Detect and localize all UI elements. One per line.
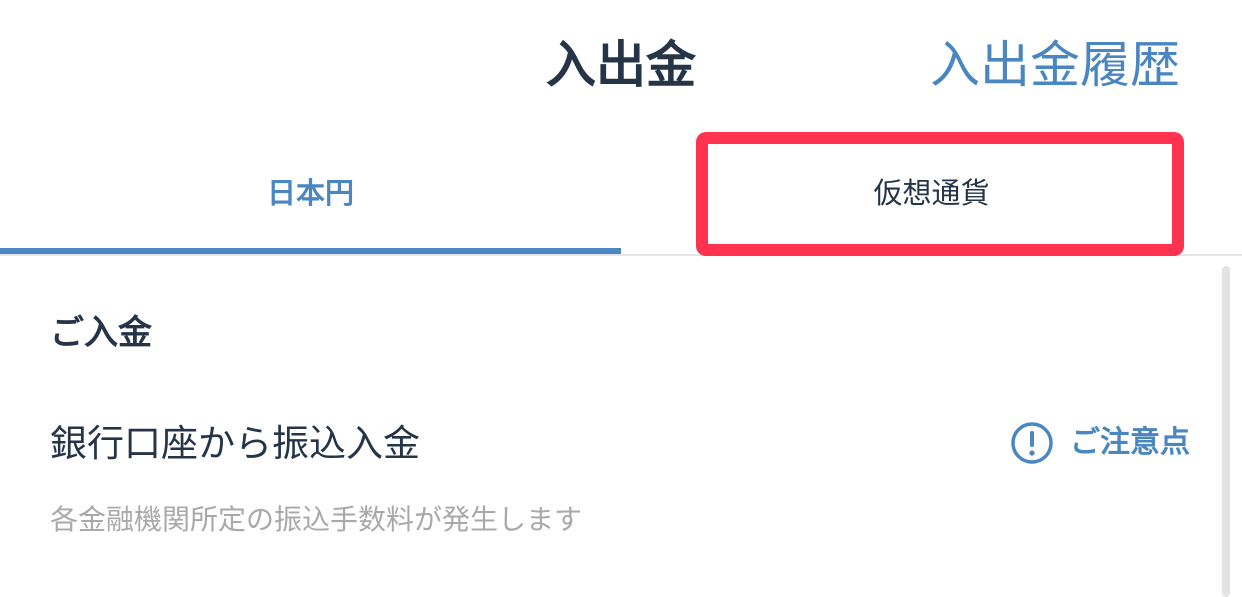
notice-button[interactable]: ご注意点 bbox=[1010, 418, 1190, 468]
tab-bar: 日本円 仮想通貨 bbox=[0, 130, 1242, 256]
tab-crypto-label: 仮想通貨 bbox=[873, 176, 990, 210]
tab-jpy-label: 日本円 bbox=[266, 176, 354, 210]
bank-transfer-row[interactable]: 銀行口座から振込入金 ご注意点 各金融機関所定の振込手数料が発生します bbox=[0, 406, 1242, 566]
content-area: ご入金 銀行口座から振込入金 ご注意点 各金融機関所定の振込手数料が発生します bbox=[0, 256, 1242, 597]
scrollbar[interactable] bbox=[1222, 266, 1230, 597]
bank-transfer-title: 銀行口座から振込入金 bbox=[50, 422, 420, 465]
bank-transfer-description: 各金融機関所定の振込手数料が発生します bbox=[50, 503, 583, 536]
exclamation-circle-icon bbox=[1010, 421, 1054, 465]
notice-label: ご注意点 bbox=[1070, 425, 1190, 460]
tab-jpy[interactable]: 日本円 bbox=[0, 130, 621, 254]
section-title-deposit: ご入金 bbox=[50, 313, 152, 353]
header: 入出金 入出金履歴 bbox=[0, 0, 1242, 130]
tab-crypto[interactable]: 仮想通貨 bbox=[621, 130, 1242, 252]
history-link[interactable]: 入出金履歴 bbox=[930, 30, 1180, 100]
active-tab-indicator bbox=[0, 248, 621, 254]
